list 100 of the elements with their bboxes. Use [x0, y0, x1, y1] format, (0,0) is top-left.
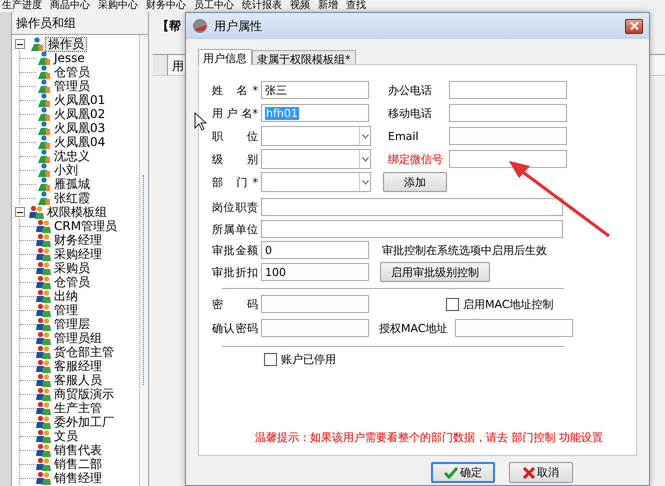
tree-item[interactable]: 销售二部 — [52, 458, 104, 470]
tree-item[interactable]: Jesse — [52, 52, 87, 64]
tree-item[interactable]: 商贸版演示 — [52, 388, 116, 400]
ok-button[interactable]: 确定 — [431, 462, 495, 483]
tree-item[interactable]: 文员 — [52, 430, 80, 442]
tree-item[interactable]: 管理层 — [52, 318, 92, 330]
password-field[interactable] — [261, 319, 369, 337]
dropdown-field[interactable] — [261, 126, 371, 146]
text-field[interactable] — [454, 319, 573, 337]
people-icon — [36, 261, 51, 275]
tree-item[interactable]: 生产主管 — [52, 402, 104, 414]
menu-item[interactable]: 视频 — [290, 0, 310, 12]
app-icon — [192, 18, 208, 34]
tree-item[interactable]: 火凤凰03 — [52, 122, 108, 134]
user-icon — [36, 149, 51, 163]
collapse-toggle[interactable] — [15, 39, 25, 49]
add-button[interactable]: 添加 — [383, 172, 447, 192]
tree-item[interactable]: 管理 — [52, 304, 80, 316]
tree-item[interactable]: 操作员 — [45, 36, 87, 52]
approval-button[interactable]: 启用审批级别控制 — [380, 262, 490, 282]
tree-item[interactable]: 雁孤城 — [52, 178, 92, 190]
tree-item[interactable]: 火凤凰04 — [52, 136, 108, 148]
tree-item[interactable]: 委外加工厂 — [52, 416, 116, 428]
tab[interactable]: 隶属于权限模板组* — [252, 50, 356, 64]
field-label: 岗位职责 — [212, 200, 258, 214]
field-label: 所属单位 — [212, 222, 258, 236]
tree-item[interactable]: 管理员组 — [52, 332, 104, 344]
note-text: 审批控制在系统选项中启用后生效 — [382, 242, 547, 258]
field-label: 部 门* — [212, 174, 258, 190]
tree-item[interactable]: CRM管理员 — [52, 220, 120, 232]
text-field[interactable]: 张三 — [261, 81, 369, 99]
user-icon — [36, 121, 51, 135]
user-icon — [36, 93, 51, 107]
tree-item[interactable]: 管理员 — [52, 80, 92, 92]
close-button[interactable] — [625, 18, 643, 34]
tree-item[interactable]: 张红霞 — [52, 192, 92, 204]
checkbox-label: 账户已停用 — [281, 352, 336, 367]
cross-icon — [523, 466, 535, 478]
people-icon — [36, 429, 51, 443]
checkbox[interactable] — [264, 353, 277, 366]
tree-item[interactable]: 货仓部主管 — [52, 346, 116, 358]
user-icon — [36, 79, 51, 93]
text-field[interactable]: 0 — [261, 241, 369, 259]
tree-item[interactable]: 财务经理 — [52, 234, 104, 246]
checkbox-label: 启用MAC地址控制 — [463, 296, 554, 312]
field-label: Email — [388, 130, 420, 142]
people-icon — [36, 289, 51, 303]
text-field[interactable] — [449, 150, 567, 168]
tree-item[interactable]: 权限模板组 — [45, 206, 109, 218]
text-field[interactable] — [449, 104, 567, 122]
dropdown-field[interactable] — [261, 172, 371, 192]
field-label: 移动电话 — [388, 106, 433, 120]
tree-item[interactable]: 仓管员 — [52, 276, 92, 288]
people-icon — [36, 387, 51, 401]
text-field[interactable] — [449, 81, 567, 99]
tree-item[interactable]: 销售代表 — [52, 444, 104, 456]
people-icon — [36, 373, 51, 387]
tab[interactable]: 用户信息 — [198, 49, 252, 65]
tree-item[interactable]: 客服人员 — [52, 374, 104, 386]
tree-item[interactable]: 火凤凰01 — [52, 94, 108, 106]
check-icon — [444, 466, 458, 478]
text-field[interactable] — [261, 198, 563, 216]
tree-item[interactable]: 小刘 — [52, 164, 80, 176]
tree-item[interactable]: 出纳 — [52, 290, 80, 302]
tree-item[interactable]: 采购经理 — [52, 248, 104, 260]
dialog-title: 用户属性 — [214, 18, 263, 34]
field-label: 姓 名* — [212, 82, 258, 98]
menu-item[interactable]: 查找 — [346, 0, 366, 12]
field-label: 审批金额 — [212, 242, 258, 258]
tree-item[interactable]: 客服经理 — [52, 360, 104, 372]
text-field[interactable] — [449, 127, 567, 145]
user-icon — [36, 177, 51, 191]
people-icon — [36, 219, 51, 233]
user-icon — [36, 65, 51, 79]
checkbox[interactable] — [446, 298, 459, 310]
tree-item[interactable]: 仓管员 — [52, 66, 92, 78]
tree-item[interactable]: 火凤凰02 — [52, 108, 108, 120]
user-icon — [36, 163, 51, 177]
dropdown-field[interactable] — [261, 149, 371, 169]
people-icon — [36, 247, 51, 261]
people-icon — [36, 331, 51, 345]
password-field[interactable] — [261, 295, 369, 313]
field-label: 绑定微信号 — [388, 152, 444, 166]
help-tab[interactable]: 【帮 — [153, 16, 185, 37]
field-label: 审批折扣 — [212, 264, 258, 280]
people-icon — [36, 471, 51, 485]
field-label: 办公电话 — [388, 82, 433, 98]
scrollbar[interactable] — [139, 35, 148, 486]
field-label: 用 户 名* — [212, 106, 258, 120]
people-icon — [36, 275, 51, 289]
text-field[interactable] — [261, 220, 563, 238]
tree-item[interactable]: 采购员 — [52, 262, 92, 274]
collapse-toggle[interactable] — [15, 207, 25, 217]
user-icon — [36, 191, 51, 205]
cancel-button[interactable]: 取消 — [509, 462, 573, 483]
close-icon — [630, 22, 638, 30]
people-icon — [36, 443, 51, 457]
text-field[interactable]: 100 — [261, 263, 369, 281]
tree-item[interactable]: 沈忠义 — [52, 150, 92, 162]
tree-item[interactable]: 销售经理 — [52, 472, 104, 484]
